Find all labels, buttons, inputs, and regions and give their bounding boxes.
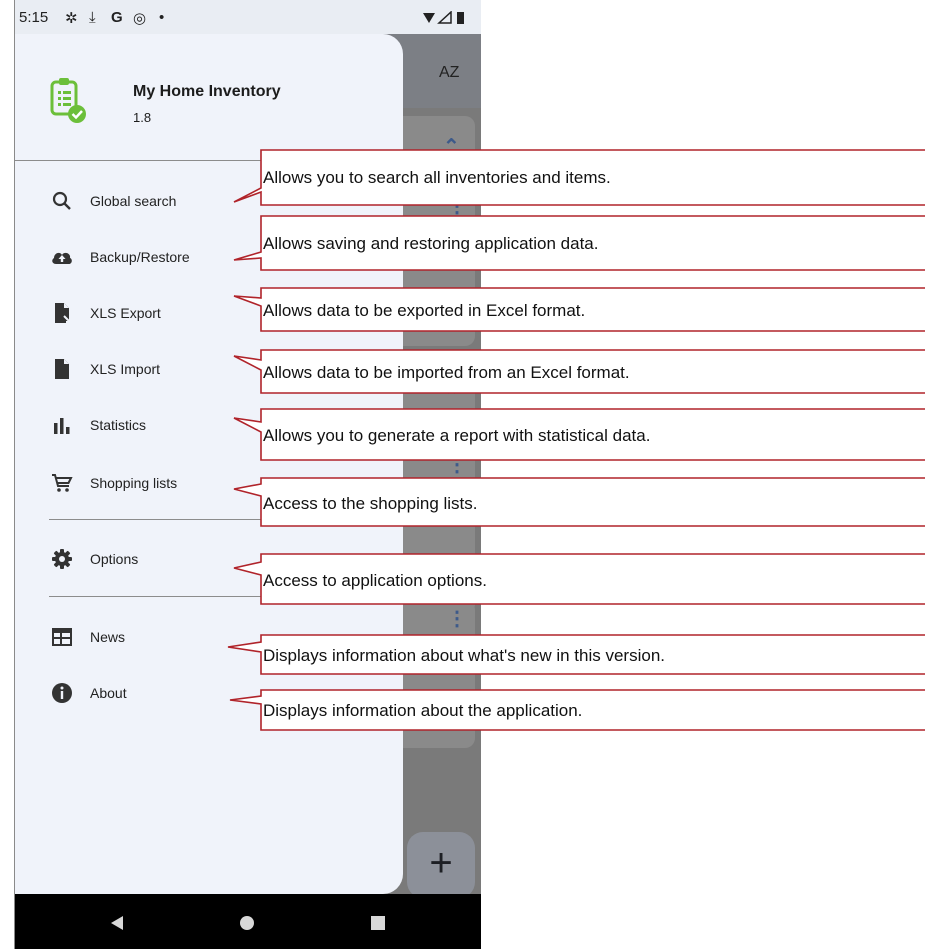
callout-shopping-lists: Access to the shopping lists. <box>263 494 478 513</box>
callout-news: Displays information about what's new in… <box>263 646 665 665</box>
callout-backup-restore: Allows saving and restoring application … <box>263 234 599 253</box>
callout-shapes <box>227 149 925 731</box>
callout-xls-import: Allows data to be imported from an Excel… <box>263 363 630 382</box>
callout-about: Displays information about the applicati… <box>263 701 583 720</box>
callout-global-search: Allows you to search all inventories and… <box>263 168 611 187</box>
callout-xls-export: Allows data to be exported in Excel form… <box>263 301 586 320</box>
callout-options: Access to application options. <box>263 571 487 590</box>
callout-statistics: Allows you to generate a report with sta… <box>263 426 651 445</box>
